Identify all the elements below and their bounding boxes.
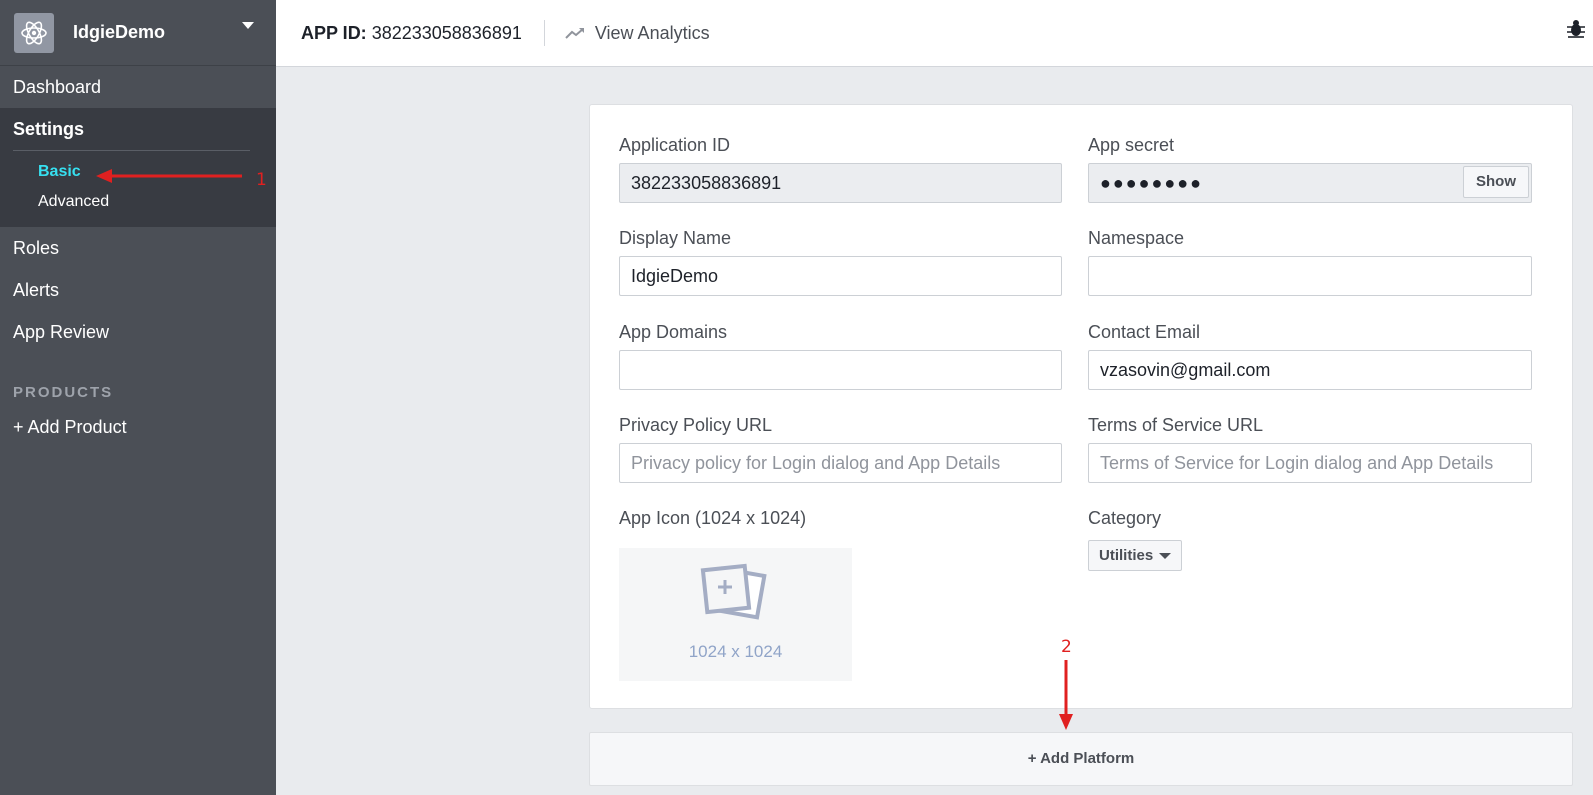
contact-email-input[interactable]: vzasovin@gmail.com bbox=[1088, 350, 1532, 390]
sidebar-item-app-review[interactable]: App Review bbox=[0, 311, 276, 353]
sidebar: IdgieDemo Dashboard Settings Basic Advan… bbox=[0, 0, 276, 795]
app-secret-masked: ●●●●●●●● bbox=[1100, 173, 1203, 193]
basic-settings-card: Application ID 382233058836891 App secre… bbox=[589, 104, 1573, 709]
app-secret-label: App secret bbox=[1088, 135, 1175, 155]
display-name-input[interactable]: IdgieDemo bbox=[619, 256, 1062, 296]
image-upload-icon bbox=[700, 563, 767, 620]
display-name-label: Display Name bbox=[619, 228, 732, 248]
sidebar-item-dashboard[interactable]: Dashboard bbox=[0, 66, 276, 108]
annotation-arrowhead-2 bbox=[1059, 714, 1073, 730]
caret-down-icon bbox=[1159, 553, 1172, 559]
application-id-field: 382233058836891 bbox=[619, 163, 1062, 203]
category-value: Utilities bbox=[1099, 547, 1154, 564]
privacy-policy-input[interactable]: Privacy policy for Login dialog and App … bbox=[619, 443, 1062, 483]
top-bar: APP ID: 382233058836891 View Analytics bbox=[276, 0, 1593, 67]
view-analytics-link[interactable]: View Analytics bbox=[595, 23, 710, 44]
privacy-policy-placeholder: Privacy policy for Login dialog and App … bbox=[631, 453, 1001, 473]
app-icon-size-text: 1024 x 1024 bbox=[688, 642, 783, 661]
sidebar-item-settings[interactable]: Settings bbox=[0, 108, 276, 150]
sidebar-item-alerts[interactable]: Alerts bbox=[0, 269, 276, 311]
namespace-label: Namespace bbox=[1088, 228, 1185, 248]
atom-icon bbox=[14, 12, 54, 53]
category-dropdown[interactable]: Utilities bbox=[1088, 540, 1183, 571]
application-id-label: Application ID bbox=[619, 135, 731, 155]
sidebar-item-roles[interactable]: Roles bbox=[0, 227, 276, 269]
app-domains-input[interactable] bbox=[619, 350, 1062, 390]
terms-of-service-label: Terms of Service URL bbox=[1088, 415, 1264, 435]
add-platform-button[interactable]: + Add Platform bbox=[589, 732, 1573, 786]
products-heading: PRODUCTS bbox=[13, 384, 114, 401]
sidebar-item-advanced[interactable]: Advanced bbox=[0, 187, 276, 217]
show-secret-button[interactable]: Show bbox=[1463, 166, 1529, 198]
contact-email-label: Contact Email bbox=[1088, 322, 1201, 342]
settings-section: Settings Basic Advanced bbox=[0, 108, 276, 227]
annotation-label-1: 1 bbox=[256, 170, 267, 190]
app-switcher[interactable]: IdgieDemo bbox=[0, 0, 276, 66]
app-domains-label: App Domains bbox=[619, 322, 728, 342]
trending-up-icon[interactable] bbox=[565, 26, 585, 40]
annotation-label-2: 2 bbox=[1061, 637, 1072, 657]
app-id-value: 382233058836891 bbox=[371, 22, 522, 43]
app-icon-label: App Icon (1024 x 1024) bbox=[619, 508, 807, 528]
sidebar-item-basic[interactable]: Basic bbox=[0, 157, 276, 187]
app-name: IdgieDemo bbox=[73, 22, 166, 42]
namespace-input[interactable] bbox=[1088, 256, 1532, 296]
chevron-down-icon[interactable] bbox=[242, 22, 254, 29]
app-icon-upload[interactable]: 1024 x 1024 bbox=[619, 548, 852, 681]
terms-of-service-input[interactable]: Terms of Service for Login dialog and Ap… bbox=[1088, 443, 1532, 483]
terms-of-service-placeholder: Terms of Service for Login dialog and Ap… bbox=[1100, 453, 1494, 473]
app-secret-field: ●●●●●●●● Show bbox=[1088, 163, 1532, 203]
app-id-label: APP ID: bbox=[301, 22, 367, 43]
add-product-link[interactable]: + Add Product bbox=[0, 411, 276, 443]
divider bbox=[543, 20, 545, 46]
category-label: Category bbox=[1088, 508, 1162, 528]
settings-divider bbox=[13, 150, 250, 151]
bug-icon[interactable] bbox=[1565, 17, 1587, 39]
privacy-policy-label: Privacy Policy URL bbox=[619, 415, 773, 435]
